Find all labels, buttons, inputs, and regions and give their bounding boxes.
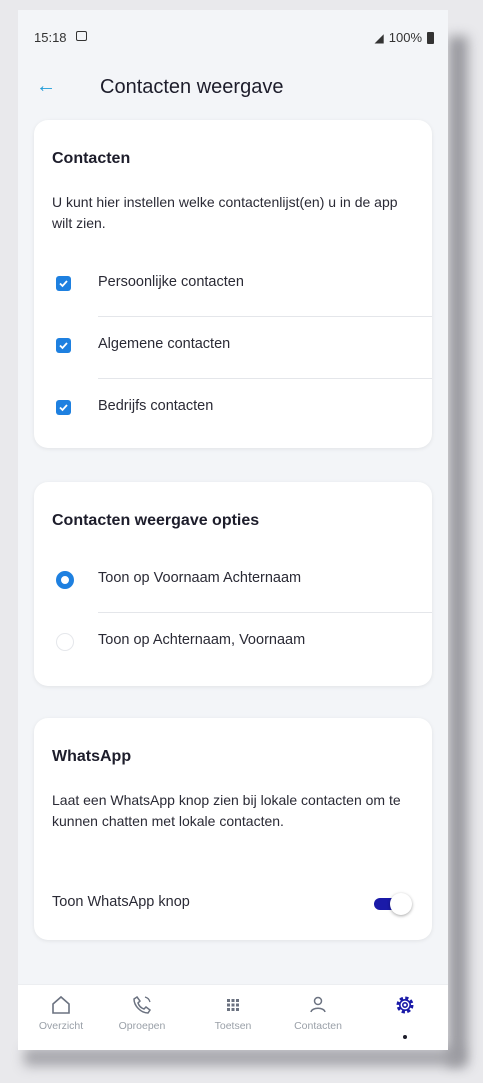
checkbox-row-bedrijfs[interactable]: Bedrijfs contacten <box>34 378 432 440</box>
keypad-icon <box>227 999 239 1011</box>
nav-label: Contacten <box>294 1020 342 1032</box>
nav-label: Toetsen <box>214 1020 252 1032</box>
nav-label: Overzicht <box>38 1020 84 1032</box>
frame-shadow <box>24 1048 462 1066</box>
phone-icon <box>133 995 152 1014</box>
checkbox-label: Bedrijfs contacten <box>98 398 214 414</box>
page-title: Contacten weergave <box>100 76 284 98</box>
battery-icon <box>427 31 434 44</box>
whatsapp-card: WhatsApp Laat een WhatsApp knop zien bij… <box>34 718 432 940</box>
radio-label: Toon op Achternaam, Voornaam <box>98 632 306 648</box>
status-icons: ◢ 100% <box>375 30 434 45</box>
radio-unselected[interactable] <box>56 633 74 651</box>
checkbox-label: Persoonlijke contacten <box>98 274 244 290</box>
card-title: WhatsApp <box>52 748 132 765</box>
status-bar: 15:18 ◢ 100% <box>18 10 448 64</box>
status-time: 15:18 <box>34 30 67 45</box>
phone-screen: 15:18 ◢ 100% ← Contacten weergave Contac… <box>18 10 448 1050</box>
checkbox-checked[interactable] <box>56 338 71 353</box>
nav-item-overzicht[interactable]: Overzicht <box>26 993 96 1032</box>
checkbox-row-persoonlijke[interactable]: Persoonlijke contacten <box>34 254 432 316</box>
radio-label: Toon op Voornaam Achternaam <box>98 570 302 586</box>
check-icon <box>59 280 68 288</box>
card-title: Contacten weergave opties <box>52 512 260 529</box>
gear-icon <box>396 996 414 1014</box>
person-icon <box>310 996 326 1013</box>
radio-row-voornaam[interactable]: Toon op Voornaam Achternaam <box>34 550 432 612</box>
home-icon <box>52 995 70 1014</box>
check-icon <box>59 404 68 412</box>
radio-row-achternaam[interactable]: Toon op Achternaam, Voornaam <box>34 612 432 674</box>
notification-icon <box>76 31 87 41</box>
checkbox-row-algemene[interactable]: Algemene contacten <box>34 316 432 378</box>
check-icon <box>59 342 68 350</box>
app-bar: ← Contacten weergave <box>18 64 448 114</box>
toggle-label: Toon WhatsApp knop <box>52 894 190 910</box>
card-description: Laat een WhatsApp knop zien bij lokale c… <box>52 792 401 829</box>
nav-item-oproepen[interactable]: Oproepen <box>107 993 177 1032</box>
checkbox-label: Algemene contacten <box>98 336 231 352</box>
card-description: U kunt hier instellen welke contactenlij… <box>52 194 398 231</box>
bottom-navigation: Overzicht Oproepen Toetsen Contacten <box>18 984 448 1050</box>
contacts-card: Contacten U kunt hier instellen welke co… <box>34 120 432 448</box>
checkbox-checked[interactable] <box>56 276 71 291</box>
nav-item-contacten[interactable]: Contacten <box>283 993 353 1032</box>
whatsapp-toggle-row[interactable]: Toon WhatsApp knop <box>34 874 432 936</box>
nav-item-toetsen[interactable]: Toetsen <box>198 993 268 1032</box>
checkbox-checked[interactable] <box>56 400 71 415</box>
battery-percent: 100% <box>388 30 422 45</box>
frame-shadow <box>448 36 468 1066</box>
nav-item-instellingen[interactable] <box>370 993 440 1039</box>
back-arrow-icon[interactable]: ← <box>34 74 58 98</box>
nav-label: Oproepen <box>118 1020 166 1032</box>
signal-icon: ◢ <box>374 30 384 45</box>
active-indicator-dot <box>403 1035 407 1039</box>
display-options-card: Contacten weergave opties Toon op Voorna… <box>34 482 432 686</box>
radio-selected[interactable] <box>56 571 74 589</box>
whatsapp-toggle[interactable] <box>372 892 412 916</box>
toggle-thumb <box>390 893 412 915</box>
card-title: Contacten <box>52 150 131 167</box>
